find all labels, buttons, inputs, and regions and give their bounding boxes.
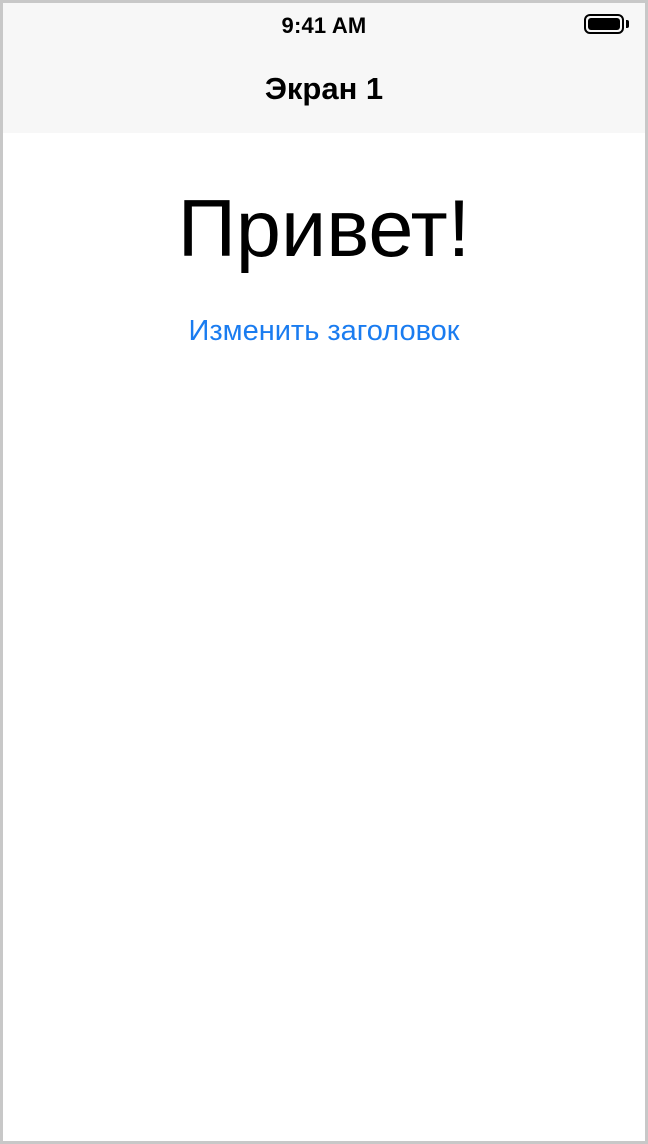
screen-content: Привет! Изменить заголовок [3,133,645,1141]
battery-level [588,18,620,30]
navigation-title: Экран 1 [264,71,384,106]
status-time: 9:41 AM [281,13,367,38]
status-bar: 9:41 AM [3,3,645,51]
battery-body [584,14,624,34]
battery-full-icon [584,14,630,38]
greeting-heading: Привет! [177,184,471,274]
change-title-button[interactable]: Изменить заголовок [3,317,645,346]
top-bar: 9:41 AM Экран 1 [3,3,645,134]
phone-screen: 9:41 AM Экран 1 Привет! Изменить заголов… [0,0,648,1144]
battery-cap [626,20,629,28]
